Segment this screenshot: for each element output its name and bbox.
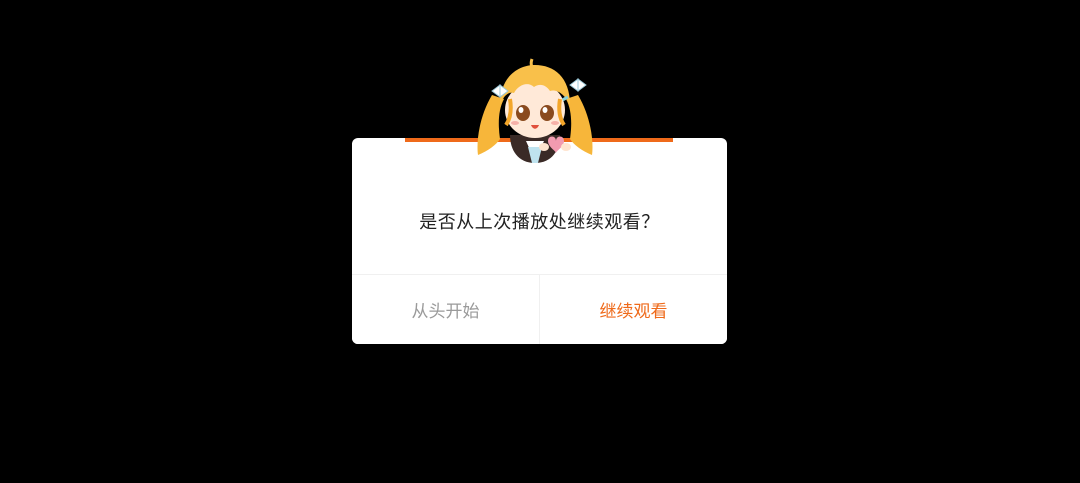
restart-button[interactable]: 从头开始 <box>352 275 539 344</box>
video-player-overlay: 是否从上次播放处继续观看？ 从头开始 继续观看 <box>0 0 1080 483</box>
continue-watching-button[interactable]: 继续观看 <box>540 275 727 344</box>
dialog-message: 是否从上次播放处继续观看？ <box>419 212 660 233</box>
anime-girl-mascot-icon <box>470 55 600 167</box>
resume-playback-dialog: 是否从上次播放处继续观看？ 从头开始 继续观看 <box>352 138 727 344</box>
